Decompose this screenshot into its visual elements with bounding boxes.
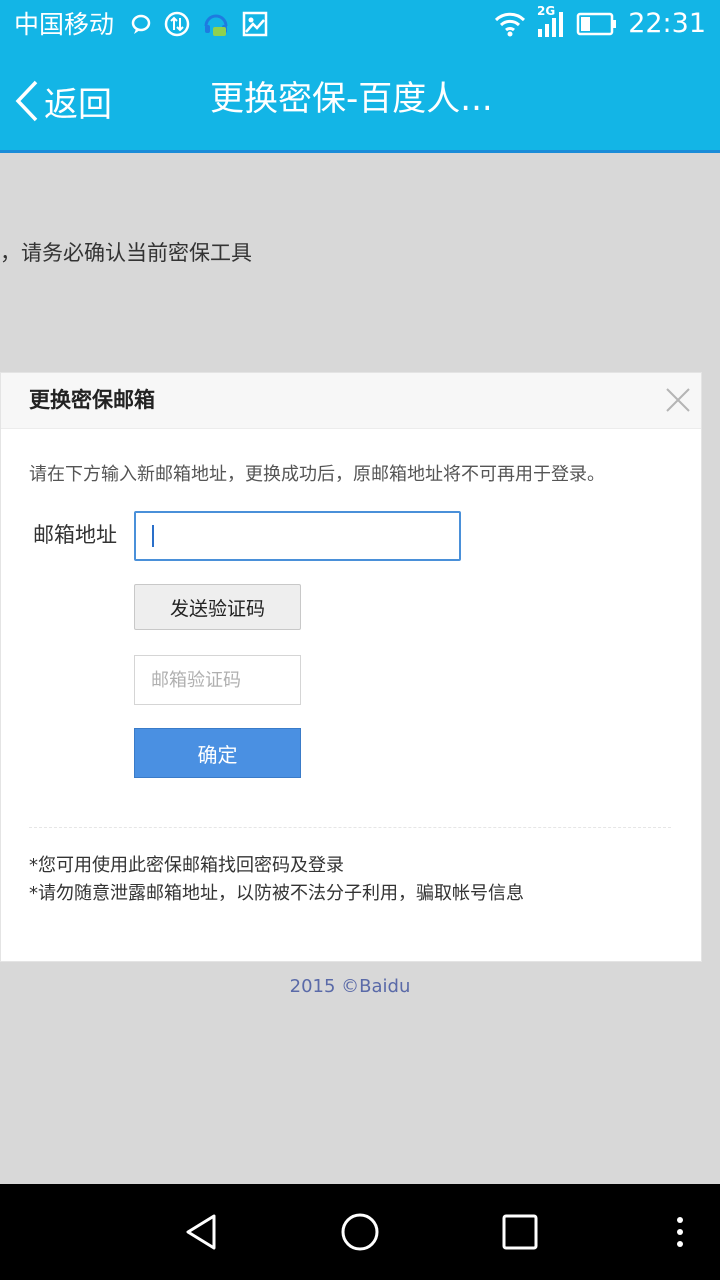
verification-code-input[interactable]: 邮箱验证码 bbox=[134, 655, 301, 705]
carrier-name: 中国移动 bbox=[14, 10, 115, 39]
notification-icons bbox=[130, 10, 268, 38]
close-icon[interactable] bbox=[661, 383, 695, 417]
code-placeholder: 邮箱验证码 bbox=[151, 670, 241, 691]
headset-icon bbox=[204, 14, 228, 36]
text-cursor bbox=[152, 525, 154, 547]
status-time: 22:31 bbox=[628, 8, 706, 39]
send-code-button[interactable]: 发送验证码 bbox=[134, 584, 301, 630]
status-bar: 中国移动 2G 22:31 bbox=[0, 0, 720, 50]
battery-icon bbox=[576, 12, 617, 36]
more-dots-icon[interactable] bbox=[658, 1210, 702, 1254]
back-label: 返回 bbox=[44, 84, 112, 125]
change-email-dialog: 更换密保邮箱 请在下方输入新邮箱地址，更换成功后，原邮箱地址将不可再用于登录。 … bbox=[0, 372, 702, 962]
app-header: 返回 更换密保-百度人... bbox=[0, 50, 720, 150]
status-right-group: 22:31 bbox=[494, 6, 706, 42]
chevron-left-icon bbox=[15, 80, 38, 122]
email-input[interactable] bbox=[134, 511, 461, 561]
email-label: 邮箱地址 bbox=[33, 523, 117, 547]
back-triangle-icon[interactable] bbox=[180, 1210, 224, 1254]
data-sync-icon bbox=[164, 11, 190, 37]
wifi-icon bbox=[495, 12, 526, 37]
confirm-button[interactable]: 确定 bbox=[134, 728, 301, 778]
chat-icon bbox=[131, 14, 151, 34]
note-item: *您可用使用此密保邮箱找回密码及登录 bbox=[29, 855, 344, 876]
signal-icon bbox=[538, 12, 564, 37]
header-divider bbox=[0, 150, 720, 153]
system-nav-bar bbox=[0, 1184, 720, 1280]
back-button[interactable]: 返回 bbox=[14, 76, 112, 126]
dialog-description: 请在下方输入新邮箱地址，更换成功后，原邮箱地址将不可再用于登录。 bbox=[29, 464, 605, 485]
background-notice: ，请务必确认当前密保工具 bbox=[0, 241, 252, 265]
recents-square-icon[interactable] bbox=[498, 1210, 542, 1254]
home-circle-icon[interactable] bbox=[338, 1210, 382, 1254]
image-icon bbox=[242, 11, 268, 37]
copyright-footer: 2015 ©Baidu bbox=[289, 976, 411, 997]
page-title: 更换密保-百度人... bbox=[210, 79, 493, 119]
note-item: *请勿随意泄露邮箱地址，以防被不法分子利用，骗取帐号信息 bbox=[29, 883, 524, 904]
dialog-divider bbox=[29, 827, 671, 828]
dialog-header: 更换密保邮箱 bbox=[1, 373, 701, 429]
dialog-title: 更换密保邮箱 bbox=[29, 388, 155, 412]
